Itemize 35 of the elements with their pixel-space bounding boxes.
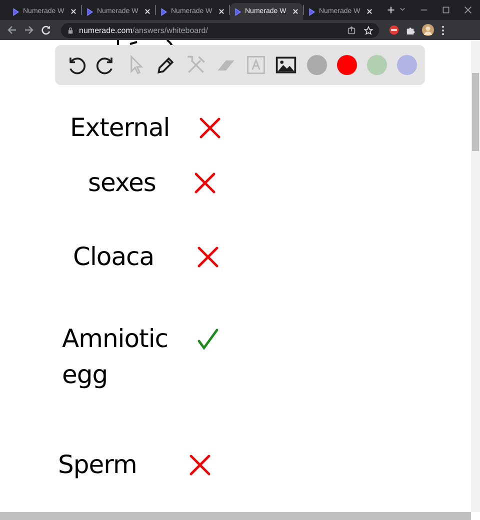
- new-tab-icon[interactable]: [387, 6, 395, 14]
- reload-icon[interactable]: [41, 25, 51, 35]
- handwritten-word: Cloaca: [73, 241, 154, 273]
- share-icon[interactable]: [347, 26, 356, 34]
- avatar-icon[interactable]: [422, 24, 434, 36]
- more-menu-icon[interactable]: [441, 24, 445, 36]
- maximize-icon[interactable]: [442, 6, 450, 14]
- address-bar[interactable]: numerade.com/answers/whiteboard/: [61, 22, 379, 38]
- forward-icon[interactable]: [24, 25, 34, 35]
- favicon-icon: [12, 8, 20, 16]
- ad-block-icon[interactable]: [389, 25, 399, 35]
- color-swatch[interactable]: [367, 55, 387, 75]
- image-icon[interactable]: [275, 54, 297, 76]
- color-swatch[interactable]: [397, 55, 417, 75]
- back-icon[interactable]: [7, 25, 17, 35]
- puzzle-icon[interactable]: [406, 26, 415, 34]
- handwritten-word: Amniotic: [62, 323, 168, 355]
- close-icon[interactable]: [464, 6, 472, 14]
- handwritten-word: Sperm: [58, 449, 137, 481]
- handwritten-word: sexes: [88, 167, 156, 199]
- favicon-icon: [308, 8, 316, 16]
- color-swatch[interactable]: [337, 55, 357, 75]
- star-icon[interactable]: [364, 26, 373, 34]
- handwritten-word: External: [70, 112, 170, 144]
- lock-icon: [67, 26, 74, 34]
- ink-stroke: [115, 40, 175, 46]
- url-text: numerade.com/answers/whiteboard/: [79, 26, 208, 34]
- scrollbar-thumb[interactable]: [472, 73, 479, 151]
- favicon-icon: [86, 8, 94, 16]
- color-swatch[interactable]: [307, 55, 327, 75]
- chevron-down-icon[interactable]: [399, 6, 406, 13]
- handwritten-word: egg: [62, 359, 108, 391]
- favicon-icon: [160, 8, 168, 16]
- favicon-icon: [234, 8, 242, 16]
- horizontal-scrollbar[interactable]: [0, 512, 471, 520]
